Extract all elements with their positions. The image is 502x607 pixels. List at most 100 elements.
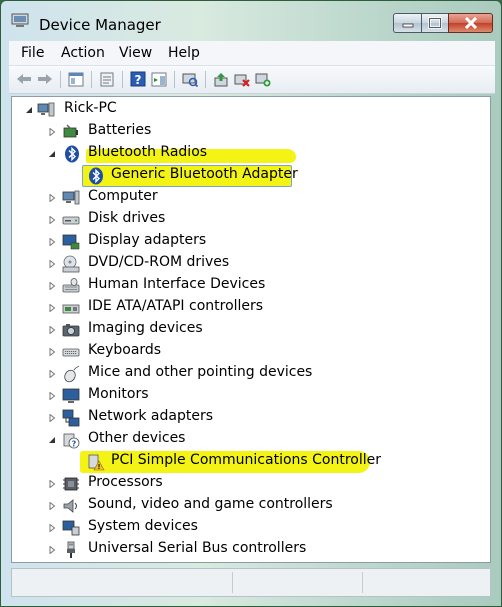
bluetooth-icon — [65, 145, 79, 163]
close-button[interactable] — [448, 13, 493, 33]
network-adapter-icon — [62, 409, 80, 427]
tree-item-label: Bluetooth Radios — [88, 144, 208, 160]
close-icon — [464, 17, 477, 29]
tree-item-label: IDE ATA/ATAPI controllers — [88, 298, 264, 314]
collapse-arrow-icon[interactable] — [48, 436, 56, 444]
expand-arrow-icon[interactable] — [48, 370, 56, 378]
collapse-arrow-icon[interactable] — [25, 106, 33, 114]
maximize-button[interactable] — [421, 13, 448, 33]
menu-bar: File Action View Help — [9, 41, 495, 66]
tree-item-label: Network adapters — [88, 408, 213, 424]
show-hide-console-tree-icon — [68, 72, 84, 86]
other-devices-icon: ? — [63, 433, 80, 449]
expand-arrow-icon[interactable] — [48, 524, 56, 532]
expand-arrow-icon[interactable] — [48, 282, 56, 290]
tree-item-label: Sound, video and game controllers — [88, 496, 333, 512]
expand-arrow-icon[interactable] — [48, 260, 56, 268]
help-icon: ? — [130, 71, 146, 87]
tree-item-universal-serial-bus-controllers[interactable]: Universal Serial Bus controllers — [12, 539, 490, 561]
expand-arrow-icon[interactable] — [48, 128, 56, 136]
toolbar: ? — [9, 66, 495, 94]
tree-item-dvd-cd-rom-drives[interactable]: DVD/CD-ROM drives — [12, 253, 490, 275]
scan-hardware-icon — [182, 73, 198, 87]
expand-arrow-icon[interactable] — [48, 546, 56, 554]
tree-item-pci-simple-communications-controller[interactable]: PCI Simple Communications Controller — [12, 451, 490, 473]
scan-hardware-button[interactable] — [181, 70, 199, 88]
uninstall-button[interactable] — [233, 70, 251, 88]
expand-arrow-icon[interactable] — [48, 326, 56, 334]
back-button[interactable] — [15, 70, 33, 88]
expand-arrow-icon[interactable] — [48, 502, 56, 510]
tree-item-human-interface-devices[interactable]: Human Interface Devices — [12, 275, 490, 297]
minimize-button[interactable] — [393, 13, 421, 33]
action-pane-button[interactable] — [150, 70, 168, 88]
menu-file[interactable]: File — [21, 45, 44, 61]
window-title: Device Manager — [39, 16, 161, 34]
tree-item-label: System devices — [88, 518, 198, 534]
update-driver-button[interactable] — [212, 70, 230, 88]
expand-arrow-icon[interactable] — [48, 194, 56, 202]
tree-item-sound-video-and-game-controllers[interactable]: Sound, video and game controllers — [12, 495, 490, 517]
back-icon — [17, 74, 31, 84]
tree-item-label: Human Interface Devices — [88, 276, 266, 292]
tree-item-processors[interactable]: Processors — [12, 473, 490, 495]
expand-arrow-icon[interactable] — [48, 238, 56, 246]
expand-arrow-icon[interactable] — [48, 392, 56, 400]
tree-item-label: Display adapters — [88, 232, 207, 248]
add-legacy-icon — [255, 73, 271, 86]
tree-item-computer[interactable]: Computer — [12, 187, 490, 209]
tree-item-network-adapters[interactable]: Network adapters — [12, 407, 490, 429]
collapse-arrow-icon[interactable] — [48, 150, 56, 158]
tree-item-label: Universal Serial Bus controllers — [88, 540, 307, 556]
tree-item-label: Keyboards — [88, 342, 162, 358]
expand-arrow-icon[interactable] — [48, 414, 56, 422]
battery-icon — [63, 124, 78, 138]
tree-item-mice-and-other-pointing-devices[interactable]: Mice and other pointing devices — [12, 363, 490, 385]
expand-arrow-icon[interactable] — [48, 304, 56, 312]
tree-item-display-adapters[interactable]: Display adapters — [12, 231, 490, 253]
svg-text:?: ? — [135, 73, 142, 87]
tree-item-system-devices[interactable]: System devices — [12, 517, 490, 539]
monitor-icon — [62, 388, 80, 403]
mouse-icon — [64, 365, 80, 383]
tree-item-bluetooth-radios[interactable]: Bluetooth Radios — [12, 143, 490, 165]
menu-view[interactable]: View — [119, 45, 152, 61]
root-label: Rick-PC — [64, 100, 117, 116]
device-manager-icon — [11, 13, 29, 27]
add-legacy-button[interactable] — [254, 70, 272, 88]
disk-drive-icon — [62, 216, 80, 225]
tree-item-label: Computer — [88, 188, 158, 204]
tree-item-other-devices[interactable]: ? Other devices — [12, 429, 490, 451]
tree-item-label: Batteries — [88, 122, 152, 138]
device-tree[interactable]: Rick-PC Batteries Bluetooth Radios Gener… — [11, 96, 491, 563]
expand-arrow-icon[interactable] — [48, 348, 56, 356]
expand-arrow-icon[interactable] — [48, 480, 56, 488]
maximize-icon — [428, 17, 442, 29]
status-bar — [11, 568, 491, 597]
tree-item-generic-bluetooth-adapter[interactable]: Generic Bluetooth Adapter — [12, 165, 490, 187]
expand-arrow-icon[interactable] — [48, 216, 56, 224]
tree-root[interactable]: Rick-PC — [12, 99, 490, 121]
camera-icon — [62, 324, 80, 337]
properties-button[interactable] — [98, 70, 116, 88]
optical-drive-icon — [62, 255, 80, 273]
menu-help[interactable]: Help — [168, 45, 200, 61]
ide-controller-icon — [62, 304, 80, 314]
computer-icon — [62, 190, 80, 205]
show-hide-console-tree-button[interactable] — [67, 70, 85, 88]
tree-item-label: Mice and other pointing devices — [88, 364, 313, 380]
tree-item-batteries[interactable]: Batteries — [12, 121, 490, 143]
title-bar[interactable]: Device Manager — [1, 1, 501, 37]
device-manager-window: Device Manager File Action View Help ? R… — [0, 0, 502, 607]
tree-item-monitors[interactable]: Monitors — [12, 385, 490, 407]
tree-item-ide-ata-atapi-controllers[interactable]: IDE ATA/ATAPI controllers — [12, 297, 490, 319]
forward-button[interactable] — [36, 70, 54, 88]
menu-action[interactable]: Action — [61, 45, 105, 61]
tree-item-imaging-devices[interactable]: Imaging devices — [12, 319, 490, 341]
hid-icon — [62, 278, 80, 293]
tree-item-label: Generic Bluetooth Adapter — [111, 166, 298, 182]
tree-item-disk-drives[interactable]: Disk drives — [12, 209, 490, 231]
bluetooth-icon — [89, 167, 103, 185]
tree-item-keyboards[interactable]: Keyboards — [12, 341, 490, 363]
help-button[interactable]: ? — [129, 70, 147, 88]
